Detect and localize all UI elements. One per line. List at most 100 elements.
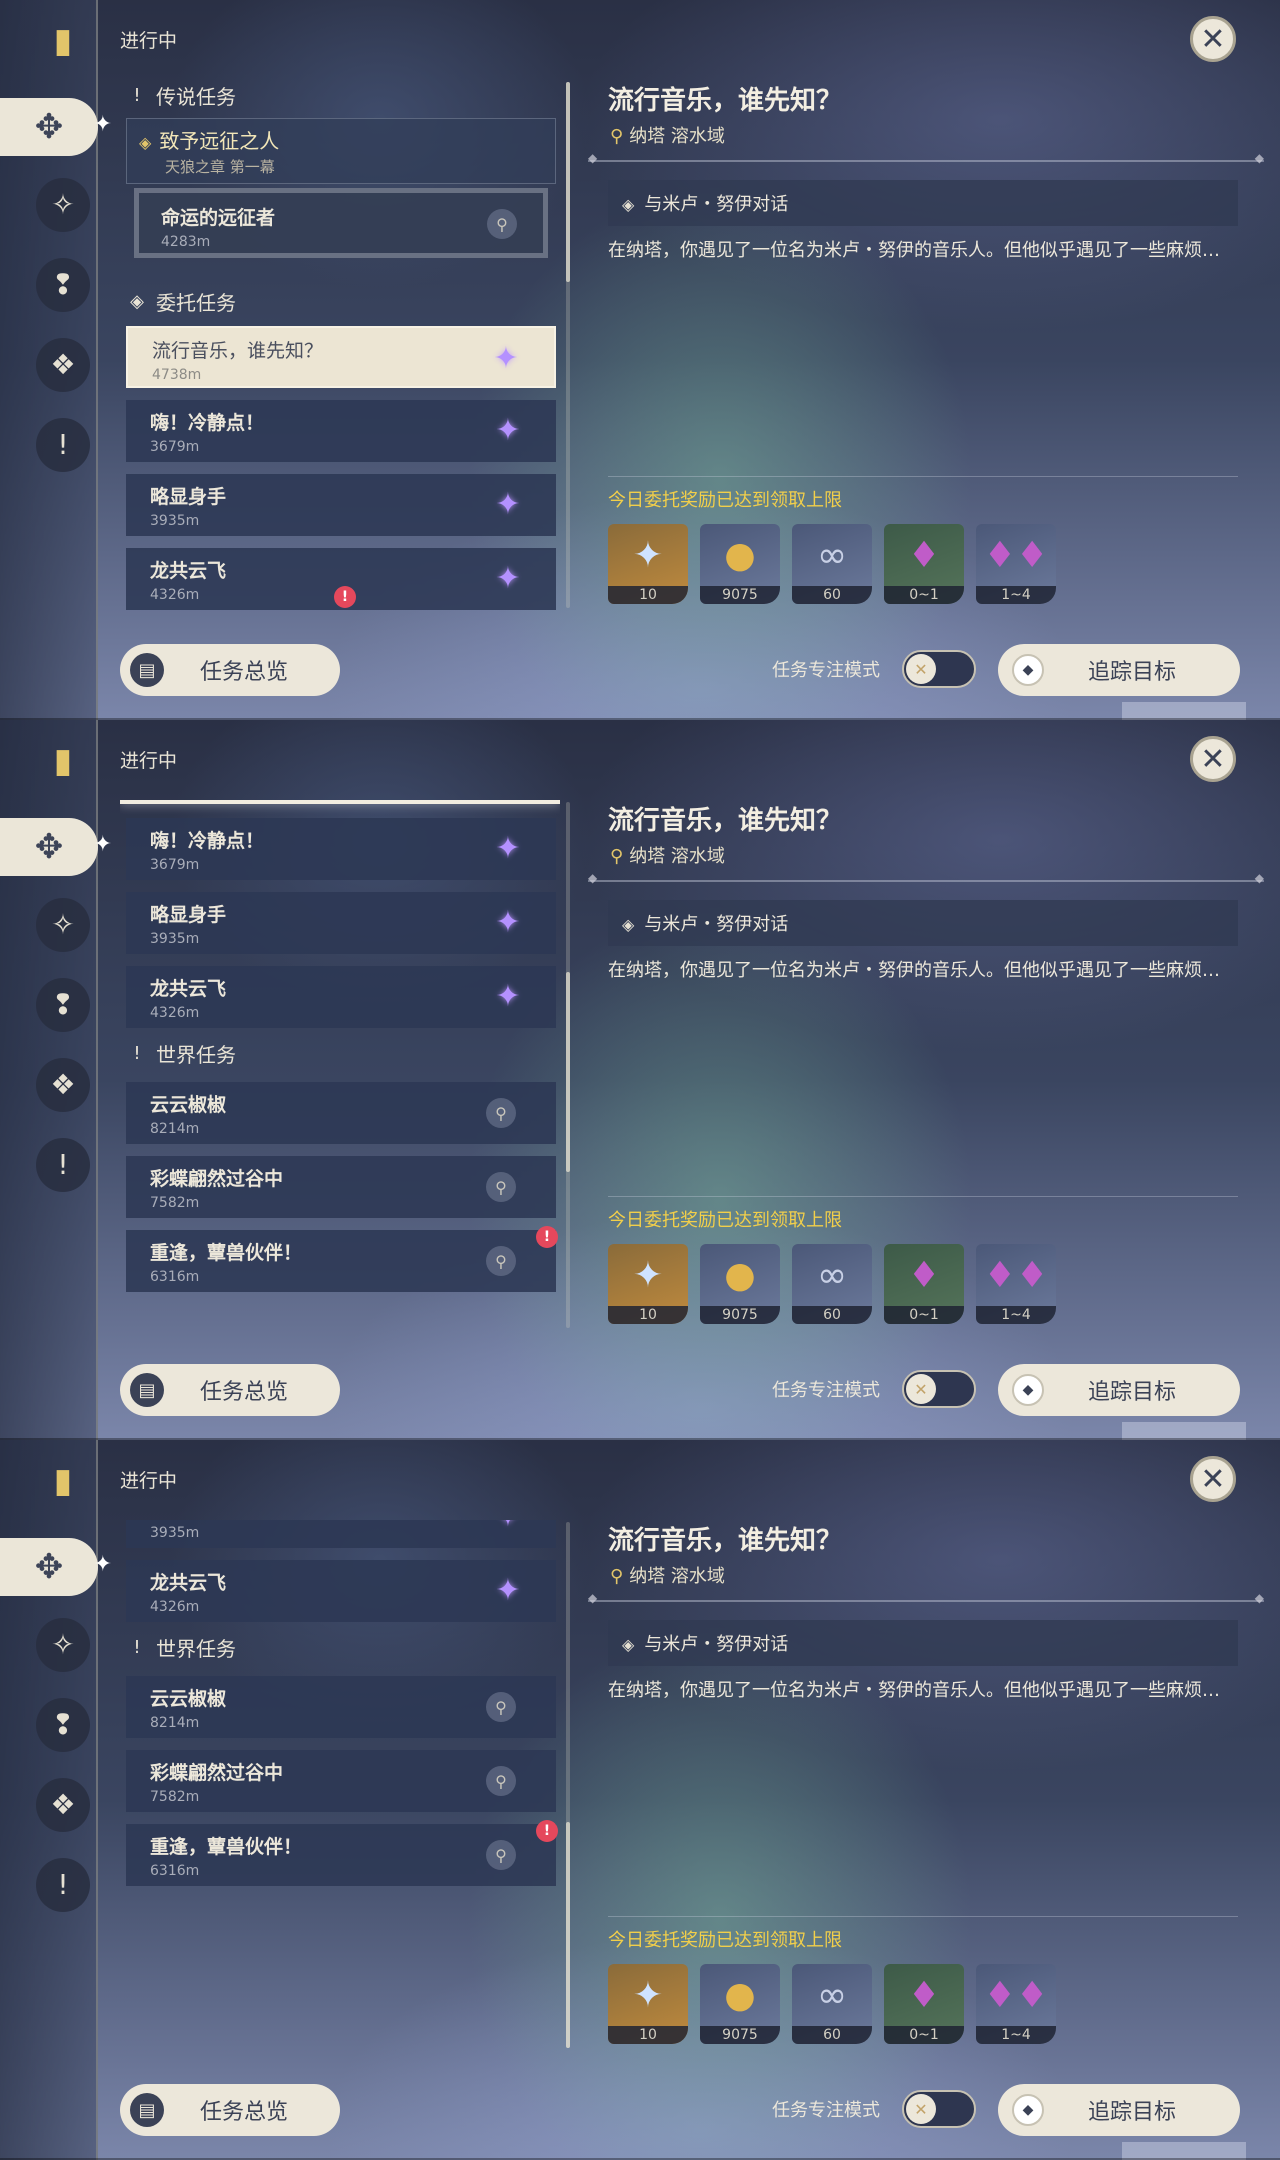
quest-item[interactable]: 嗨！冷静点！ 3679m ✦ — [126, 400, 556, 462]
world-tab[interactable]: ❢ — [36, 1698, 90, 1752]
reward-item[interactable]: ♦♦ 1~4 — [976, 1244, 1056, 1324]
exclamation-tab[interactable]: ! — [36, 418, 90, 472]
quest-item[interactable]: 彩蝶翩然过谷中 7582m ⚲ — [126, 1750, 556, 1812]
location-pin-icon[interactable]: ⚲ — [486, 1246, 516, 1276]
list-scrollbar[interactable] — [566, 802, 570, 1328]
scrollbar-thumb[interactable] — [566, 972, 570, 1172]
close-button[interactable]: ✕ — [1190, 736, 1236, 782]
location-pin-icon[interactable]: ⚲ — [486, 1840, 516, 1870]
reward-item[interactable]: ● 9075 — [700, 524, 780, 604]
quest-item[interactable]: 嗨！冷静点！ 3679m ✦ — [126, 818, 556, 880]
xp-icon: ∞ — [817, 534, 847, 576]
list-scrollbar[interactable] — [566, 1522, 570, 2048]
track-target-button[interactable]: ◆ 追踪目标 — [998, 644, 1240, 696]
list-scrollbar[interactable] — [566, 82, 570, 608]
toggle-off-icon: ✕ — [906, 2094, 936, 2124]
commission-tab[interactable]: ✥ ✦ — [0, 1538, 112, 1596]
quest-list[interactable]: ! 传说任务 ◈ 致予远征之人 天狼之章 第一幕 命运的远征者 4283m ⚲ ◈ 委… — [120, 80, 560, 610]
quest-item[interactable]: 龙共云飞 4326m ✦ — [126, 1560, 556, 1622]
scrollbar-thumb[interactable] — [566, 82, 570, 282]
corner-tab — [1122, 702, 1246, 720]
commission-marker-icon[interactable]: ✦ — [490, 486, 526, 522]
world-tab[interactable]: ❢ — [36, 978, 90, 1032]
exclamation-tab[interactable]: ! — [36, 1138, 90, 1192]
quest-list[interactable]: 嗨！冷静点！ 3679m ✦ 略显身手 3935m ✦ 龙共云飞 4326m ✦… — [120, 800, 560, 1330]
quest-overview-button[interactable]: ▤ 任务总览 — [120, 1364, 340, 1416]
track-target-button[interactable]: ◆ 追踪目标 — [998, 1364, 1240, 1416]
quest-list[interactable]: 略显身手 3935m ✦ 龙共云飞 4326m ✦ !世界任务 云云椒椒 821… — [120, 1520, 560, 2050]
focus-mode-toggle[interactable]: ✕ — [902, 1370, 976, 1408]
reward-item[interactable]: ♦ 0~1 — [884, 1964, 964, 2044]
bookmark-icon[interactable]: ▮ — [36, 14, 90, 68]
reward-item[interactable]: ● 9075 — [700, 1244, 780, 1324]
focus-mode-toggle[interactable]: ✕ — [902, 2090, 976, 2128]
legend-quest-header[interactable]: ◈ 致予远征之人 天狼之章 第一幕 — [126, 118, 556, 184]
quest-item-selected[interactable]: 流行音乐，谁先知？ 4738m ✦ — [126, 326, 556, 388]
quest-item[interactable]: 略显身手 3935m ✦ — [126, 1520, 556, 1548]
track-target-button[interactable]: ◆ 追踪目标 — [998, 2084, 1240, 2136]
close-button[interactable]: ✕ — [1190, 1456, 1236, 1502]
location-pin-icon[interactable]: ⚲ — [486, 1766, 516, 1796]
reward-item[interactable]: ● 9075 — [700, 1964, 780, 2044]
reward-item[interactable]: ∞ 60 — [792, 1244, 872, 1324]
reward-item[interactable]: ✦ 10 — [608, 1244, 688, 1324]
commission-marker-icon[interactable]: ✦ — [490, 1520, 526, 1534]
quest-item[interactable]: 龙共云飞 4326m ✦ ! — [126, 548, 556, 610]
location-pin-icon[interactable]: ⚲ — [486, 1098, 516, 1128]
quest-description: 在纳塔，你遇见了一位名为米卢・努伊的音乐人。但他似乎遇见了一些麻烦… — [608, 960, 1220, 981]
commission-marker-icon[interactable]: ✦ — [490, 412, 526, 448]
category-rail: ▮ ✥ ✦ ✧ ❢ ❖ ! — [0, 0, 112, 720]
commission-marker-icon[interactable]: ✦ — [490, 978, 526, 1014]
quest-item[interactable]: 重逢，蕈兽伙伴！ 6316m ⚲ ! — [126, 1226, 558, 1292]
location-pin-icon[interactable]: ⚲ — [486, 1692, 516, 1722]
quest-item[interactable]: 龙共云飞 4326m ✦ — [126, 966, 556, 1028]
commission-marker-icon[interactable]: ✦ — [488, 340, 524, 376]
exclamation-icon: ! — [133, 1042, 141, 1064]
commission-icon: ✥ — [34, 827, 64, 867]
sub-quest-item[interactable]: 命运的远征者 4283m ⚲ — [134, 188, 548, 258]
close-button[interactable]: ✕ — [1190, 16, 1236, 62]
reward-item[interactable]: ♦ 0~1 — [884, 524, 964, 604]
reward-item[interactable]: ✦ 10 — [608, 524, 688, 604]
quest-item[interactable]: 云云椒椒 8214m ⚲ — [126, 1082, 556, 1144]
quest-overview-button[interactable]: ▤ 任务总览 — [120, 2084, 340, 2136]
quest-item[interactable]: 略显身手 3935m ✦ — [126, 474, 556, 536]
quest-item[interactable]: 云云椒椒 8214m ⚲ — [126, 1676, 556, 1738]
quest-item[interactable]: 重逢，蕈兽伙伴！ 6316m ⚲ ! — [126, 1820, 558, 1886]
reward-item[interactable]: ♦ 0~1 — [884, 1244, 964, 1324]
legend-tab[interactable]: ✧ — [36, 1618, 90, 1672]
reward-item[interactable]: ♦♦ 1~4 — [976, 1964, 1056, 2044]
bookmark-icon[interactable]: ▮ — [36, 734, 90, 788]
commission-marker-icon[interactable]: ✦ — [490, 904, 526, 940]
location-pin-icon[interactable]: ⚲ — [487, 209, 517, 239]
scrollbar-thumb[interactable] — [566, 1822, 570, 2048]
reward-item[interactable]: ✦ 10 — [608, 1964, 688, 2044]
reward-item[interactable]: ♦♦ 1~4 — [976, 524, 1056, 604]
quest-item[interactable]: 略显身手 3935m ✦ — [126, 892, 556, 954]
location-pin-icon[interactable]: ⚲ — [486, 1172, 516, 1202]
world-tab[interactable]: ❢ — [36, 258, 90, 312]
legend-tab[interactable]: ✧ — [36, 898, 90, 952]
commission-marker-icon[interactable]: ✦ — [490, 830, 526, 866]
archon-tab[interactable]: ❖ — [36, 338, 90, 392]
quest-overview-button[interactable]: ▤ 任务总览 — [120, 644, 340, 696]
commission-marker-icon[interactable]: ✦ — [490, 1572, 526, 1608]
reward-divider — [608, 476, 1238, 477]
quest-item[interactable]: 彩蝶翩然过谷中 7582m ⚲ — [126, 1156, 556, 1218]
archon-tab[interactable]: ❖ — [36, 1058, 90, 1112]
reward-item[interactable]: ∞ 60 — [792, 1964, 872, 2044]
exclamation-tab[interactable]: ! — [36, 1858, 90, 1912]
commission-tab[interactable]: ✥ ✦ — [0, 98, 112, 156]
commission-tab[interactable]: ✥ ✦ — [0, 818, 112, 876]
focus-mode-toggle[interactable]: ✕ — [902, 650, 976, 688]
crystal-cluster-icon: ♦♦ — [983, 1254, 1049, 1296]
quest-description: 在纳塔，你遇见了一位名为米卢・努伊的音乐人。但他似乎遇见了一些麻烦… — [608, 1680, 1220, 1701]
close-icon: ✕ — [1200, 21, 1226, 57]
commission-marker-icon[interactable]: ✦ — [490, 560, 526, 596]
archon-tab[interactable]: ❖ — [36, 1778, 90, 1832]
diamond-icon: ◈ — [622, 195, 635, 214]
legend-tab[interactable]: ✧ — [36, 178, 90, 232]
quest-objective: ◈ 与米卢・努伊对话 — [608, 180, 1238, 226]
reward-item[interactable]: ∞ 60 — [792, 524, 872, 604]
bookmark-icon[interactable]: ▮ — [36, 1454, 90, 1508]
